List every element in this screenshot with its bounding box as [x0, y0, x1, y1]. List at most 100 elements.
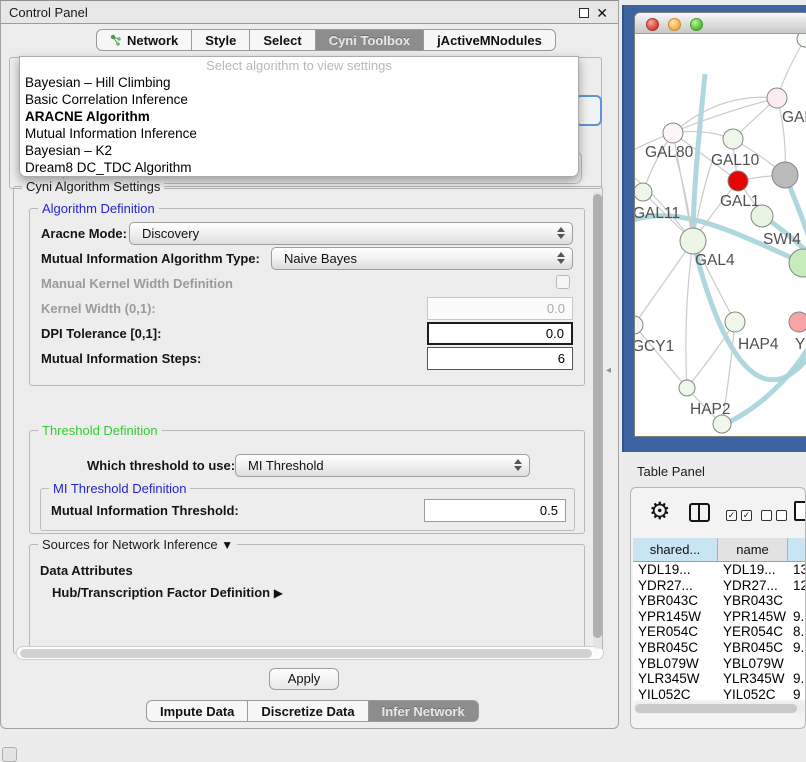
mi-steps-input[interactable] [427, 347, 573, 370]
table-cell: YBR043C [633, 593, 718, 609]
dropdown-item-bayesian-hill-climbing[interactable]: Bayesian – Hill Climbing [20, 74, 578, 91]
table-row[interactable]: YER054CYER054C8. [633, 624, 805, 640]
table-cell: YDR27... [633, 578, 718, 594]
network-node-hap2[interactable] [679, 380, 695, 396]
close-traffic-light[interactable] [646, 18, 659, 31]
network-node-y[interactable] [789, 312, 806, 332]
tab-infer-network[interactable]: Infer Network [369, 700, 479, 722]
node-label-gal11: GAL11 [635, 205, 680, 222]
network-node-gal[interactable] [767, 88, 787, 108]
table-row[interactable]: YDL19...YDL19...13 [633, 562, 805, 578]
network-node-gal80[interactable] [663, 123, 683, 143]
aracne-mode-select[interactable]: Discovery [129, 222, 573, 245]
table-row[interactable]: YBR045CYBR045C9. [633, 640, 805, 656]
which-threshold-select[interactable]: MI Threshold [235, 454, 530, 477]
network-node[interactable] [797, 34, 806, 47]
column-header-name[interactable]: name [718, 538, 788, 561]
table-cell: YLR345W [633, 671, 718, 687]
network-node-swi4[interactable] [751, 205, 773, 227]
table-cell: YDL19... [718, 562, 788, 578]
close-icon[interactable]: ✕ [596, 3, 608, 23]
network-edge[interactable] [635, 241, 693, 325]
table-cell: YIL052C [718, 687, 788, 700]
algorithm-dropdown-placeholder: Select algorithm to view settings [20, 57, 578, 74]
page-icon[interactable] [794, 501, 806, 521]
which-threshold-label: Which threshold to use: [87, 458, 235, 473]
chevron-down-icon[interactable]: ▼ [221, 538, 233, 552]
unchecked-checkbox-icon[interactable] [761, 510, 772, 521]
settings-vscrollbar[interactable] [593, 191, 602, 649]
tab-style[interactable]: Style [192, 29, 250, 51]
gear-icon[interactable]: ⚙ [649, 500, 671, 524]
column-header-shared[interactable]: shared... [633, 538, 718, 561]
manual-kernel-checkbox[interactable] [556, 275, 570, 289]
checked-checkbox-icon[interactable]: ✓ [726, 510, 737, 521]
which-threshold-value: MI Threshold [248, 458, 324, 473]
stepper-icon [514, 459, 522, 471]
column-header-a[interactable]: A [788, 538, 805, 561]
network-node[interactable] [772, 162, 798, 188]
tab-discretize-data[interactable]: Discretize Data [248, 700, 368, 722]
network-canvas[interactable]: GALGAL80GAL10GAL1GAL11SWI4GAL4GCY1HAP4YH… [635, 34, 806, 437]
dpi-tolerance-input[interactable] [427, 322, 573, 345]
table-row[interactable]: YBL079WYBL079W [633, 656, 805, 672]
cyni-settings-group: Cyni Algorithm Settings Algorithm Defini… [13, 186, 603, 654]
network-node-gcy1[interactable] [635, 316, 643, 334]
network-node-gal10[interactable] [723, 129, 743, 149]
split-columns-icon[interactable] [689, 503, 710, 522]
table-hscrollbar[interactable] [633, 702, 805, 714]
dropdown-item-mutual-information-inference[interactable]: Mutual Information Inference [20, 125, 578, 142]
dock-mini-icon[interactable] [2, 747, 17, 762]
table-cell: 9. [788, 609, 805, 625]
dropdown-item-basic-correlation-inference[interactable]: Basic Correlation Inference [20, 91, 578, 108]
dropdown-item-dream8-dc-tdc-algorithm[interactable]: Dream8 DC_TDC Algorithm [20, 159, 578, 176]
tab-impute-data[interactable]: Impute Data [146, 700, 248, 722]
table-row[interactable]: YIL052CYIL052C9 [633, 687, 805, 700]
table-cell: 8. [788, 624, 805, 640]
zoom-traffic-light[interactable] [690, 18, 703, 31]
network-node-gal4[interactable] [680, 228, 706, 254]
mi-threshold-label: Mutual Information Threshold: [51, 503, 239, 518]
table-row[interactable]: YPR145WYPR145W9. [633, 609, 805, 625]
table-row[interactable]: YDR27...YDR27...12 [633, 578, 805, 594]
network-node[interactable] [713, 415, 731, 433]
tab-select[interactable]: Select [250, 29, 315, 51]
node-label-swi4: SWI4 [763, 231, 801, 248]
table-cell: 12 [788, 578, 805, 594]
tab-cyni-toolbox[interactable]: Cyni Toolbox [316, 29, 424, 51]
mi-threshold-legend: MI Threshold Definition [49, 481, 190, 496]
network-node[interactable] [789, 249, 806, 277]
network-node-gal1[interactable] [728, 171, 748, 191]
network-node-hap4[interactable] [725, 312, 745, 332]
minimize-traffic-light[interactable] [668, 18, 681, 31]
checked-checkbox-icon[interactable]: ✓ [741, 510, 752, 521]
node-label-gal80: GAL80 [645, 144, 694, 161]
mi-type-value: Naive Bayes [284, 251, 357, 266]
mi-threshold-input[interactable] [424, 499, 566, 522]
manual-kernel-label: Manual Kernel Width Definition [41, 276, 233, 291]
network-edge[interactable] [635, 325, 687, 388]
network-node-gal11[interactable] [635, 183, 652, 201]
kernel-width-input[interactable] [427, 297, 573, 320]
dropdown-item-aracne-algorithm[interactable]: ARACNE Algorithm [20, 108, 578, 125]
table-row[interactable]: YLR345WYLR345W9. [633, 671, 805, 687]
splitpane-collapse-icon[interactable]: ◂ [606, 365, 611, 376]
network-edge-thick[interactable] [693, 74, 705, 241]
dropdown-item-bayesian-k2[interactable]: Bayesian – K2 [20, 142, 578, 159]
tab-discretize-data-label: Discretize Data [261, 704, 354, 719]
table-row[interactable]: YBR043CYBR043C [633, 593, 805, 609]
table-cell: 13 [788, 562, 805, 578]
float-window-icon[interactable] [579, 8, 589, 18]
network-window-titlebar[interactable] [635, 13, 806, 34]
network-edge[interactable] [686, 241, 693, 388]
focused-combo-remnant[interactable] [575, 95, 602, 126]
settings-hscrollbar[interactable] [16, 646, 604, 660]
network-edge[interactable] [687, 322, 735, 388]
threshold-definition-legend: Threshold Definition [38, 423, 162, 438]
apply-button[interactable]: Apply [269, 668, 339, 690]
mi-type-select[interactable]: Naive Bayes [271, 247, 573, 270]
unchecked-checkbox-icon[interactable] [776, 510, 787, 521]
tab-network[interactable]: Network [96, 29, 192, 51]
tab-jactivemnodules[interactable]: jActiveMNodules [424, 29, 556, 51]
aracne-mode-label: Aracne Mode: [41, 226, 127, 241]
